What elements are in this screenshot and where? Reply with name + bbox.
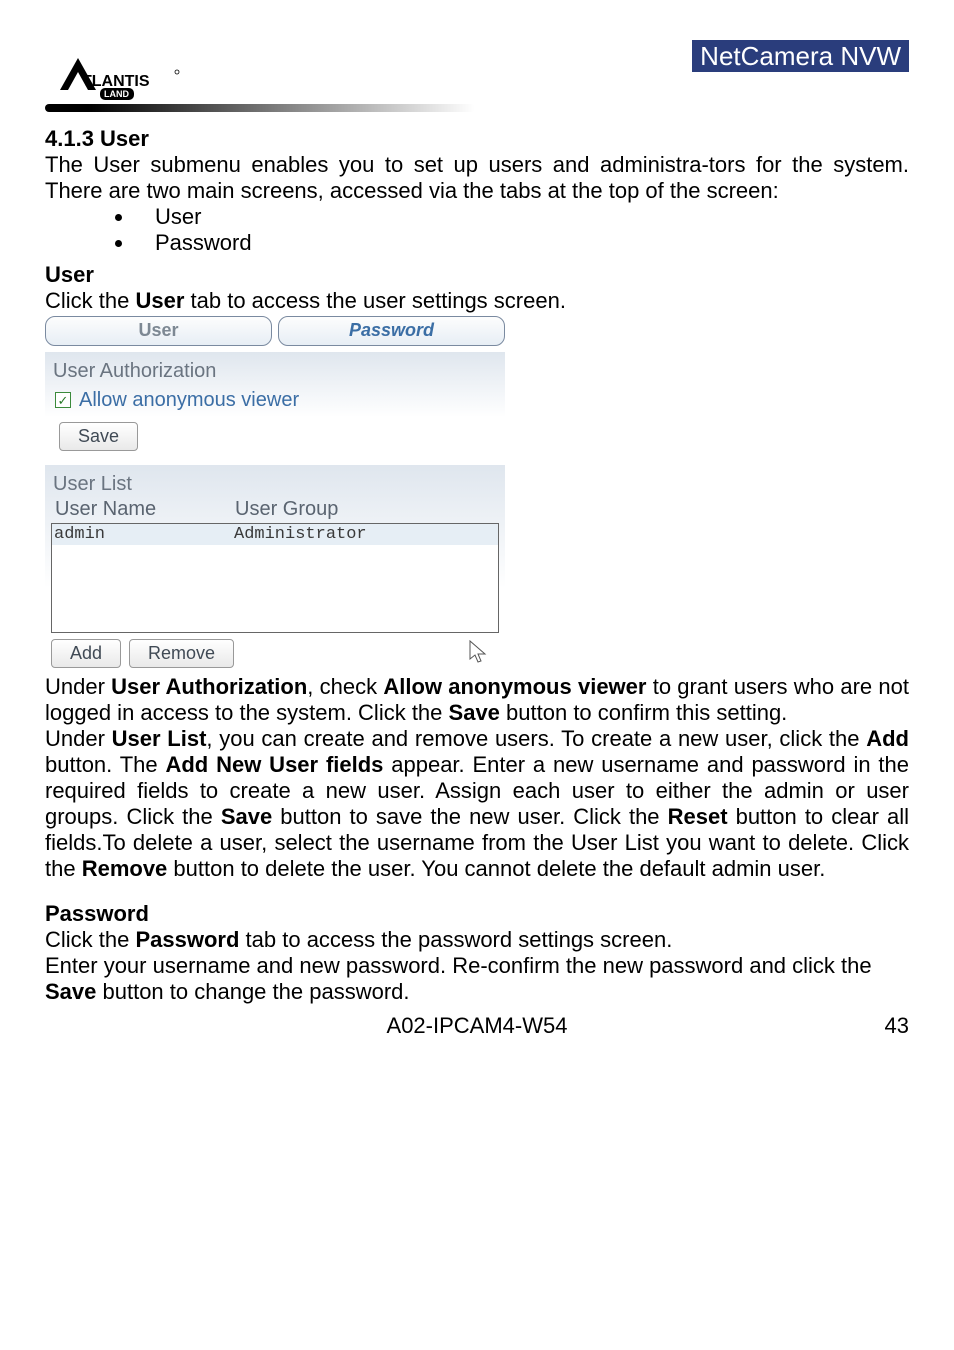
- user-authorization-paragraph: Under User Authorization, check Allow an…: [45, 674, 909, 726]
- section-number-heading: 4.1.3 User: [45, 126, 909, 152]
- user-subheading: User: [45, 262, 909, 288]
- footer-page-number: 43: [885, 1013, 909, 1039]
- user-list-box[interactable]: admin Administrator: [51, 523, 499, 633]
- user-list-title: User List: [51, 471, 499, 498]
- user-authorization-title: User Authorization: [51, 358, 499, 385]
- user-settings-panel: User Password User Authorization ✓ Allow…: [45, 316, 505, 670]
- brand-logo: TLANTIS LAND: [45, 40, 190, 120]
- user-click-line: Click the User tab to access the user se…: [45, 288, 909, 314]
- svg-text:LAND: LAND: [104, 89, 129, 99]
- allow-anonymous-label: Allow anonymous viewer: [79, 389, 299, 412]
- add-button[interactable]: Add: [51, 639, 121, 668]
- table-row[interactable]: admin Administrator: [52, 524, 498, 545]
- save-button[interactable]: Save: [59, 422, 138, 451]
- password-subheading: Password: [45, 901, 909, 927]
- allow-anonymous-checkbox-row[interactable]: ✓ Allow anonymous viewer: [55, 389, 499, 412]
- bullet-user: User: [135, 204, 909, 230]
- svg-text:TLANTIS: TLANTIS: [82, 73, 150, 90]
- password-line-1: Click the Password tab to access the pas…: [45, 927, 909, 953]
- user-list-paragraph: Under User List, you can create and remo…: [45, 726, 909, 882]
- intro-paragraph: The User submenu enables you to set up u…: [45, 152, 909, 204]
- product-name-badge: NetCamera NVW: [692, 40, 909, 72]
- tab-user[interactable]: User: [45, 316, 272, 346]
- tabs-bullet-list: User Password: [135, 204, 909, 256]
- password-line-2: Enter your username and new password. Re…: [45, 953, 909, 1005]
- bullet-password: Password: [135, 230, 909, 256]
- tab-password[interactable]: Password: [278, 316, 505, 346]
- user-list-header: User Name User Group: [51, 498, 499, 521]
- checkbox-icon[interactable]: ✓: [55, 392, 71, 408]
- remove-button[interactable]: Remove: [129, 639, 234, 668]
- cursor-icon: [467, 639, 491, 667]
- footer-doc-code: A02-IPCAM4-W54: [387, 1013, 568, 1039]
